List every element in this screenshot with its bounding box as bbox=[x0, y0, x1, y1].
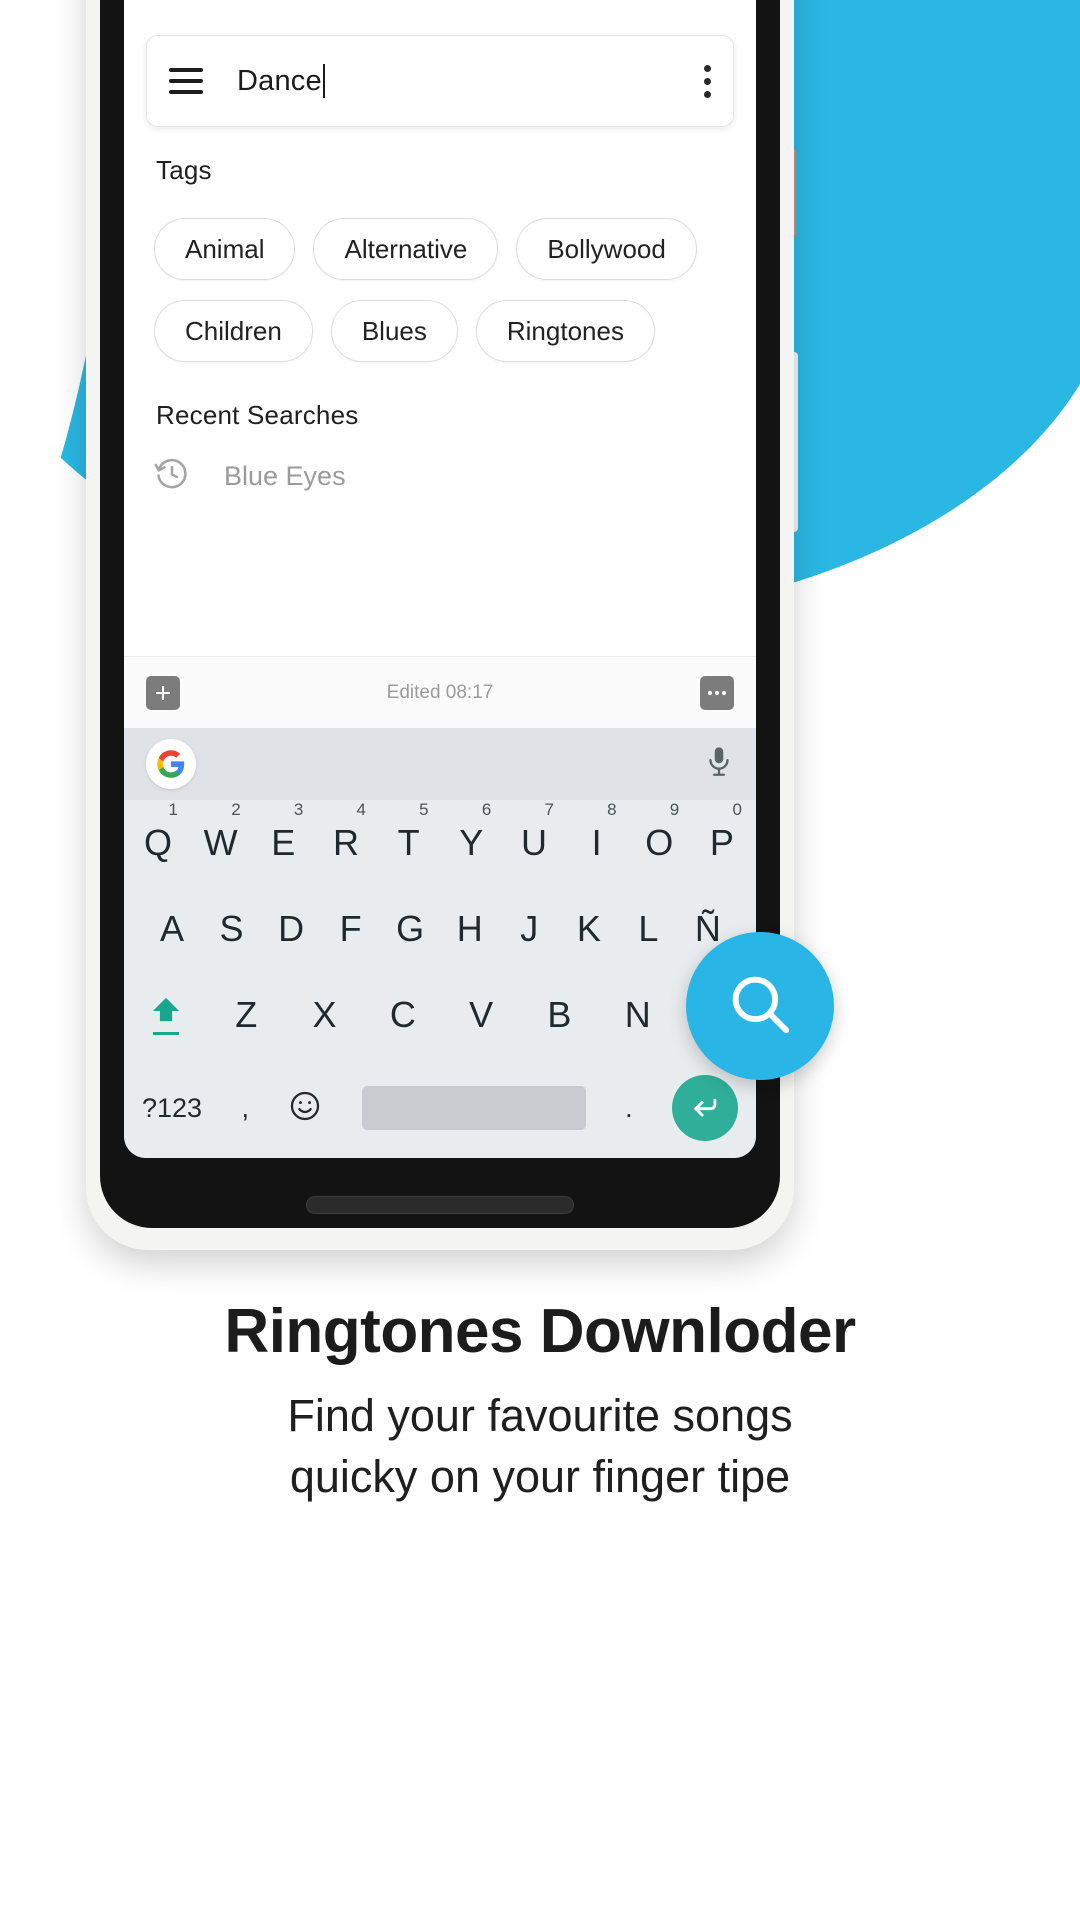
key-num-hint: 8 bbox=[607, 800, 617, 819]
key-d[interactable]: D bbox=[265, 908, 317, 950]
key-y[interactable]: 6Y bbox=[445, 800, 497, 864]
key-k[interactable]: K bbox=[563, 908, 615, 950]
key-label: I bbox=[591, 822, 602, 863]
recent-searches-label: Recent Searches bbox=[156, 400, 359, 430]
more-horiz-icon[interactable] bbox=[700, 675, 734, 710]
key-v[interactable]: V bbox=[455, 994, 507, 1036]
key-label: U bbox=[520, 822, 547, 863]
key-label: P bbox=[709, 822, 734, 863]
history-icon bbox=[154, 456, 190, 497]
key-o[interactable]: 9O bbox=[633, 800, 685, 864]
comma-key[interactable]: , bbox=[241, 1093, 249, 1124]
period-key[interactable]: . bbox=[625, 1093, 633, 1124]
key-f[interactable]: F bbox=[325, 908, 377, 950]
enter-icon[interactable] bbox=[671, 1075, 738, 1141]
key-j[interactable]: J bbox=[503, 908, 555, 950]
tag-chip[interactable]: Blues bbox=[330, 300, 458, 362]
search-input[interactable]: Dance bbox=[237, 64, 703, 98]
key-p[interactable]: 0P bbox=[696, 800, 748, 864]
add-icon[interactable] bbox=[146, 675, 180, 710]
keyboard-row-4: ?123 , . bbox=[124, 1058, 756, 1158]
key-a[interactable]: A bbox=[146, 908, 198, 950]
key-r[interactable]: 4R bbox=[320, 800, 372, 864]
key-label: E bbox=[271, 822, 296, 863]
space-key[interactable] bbox=[361, 1086, 586, 1130]
key-h[interactable]: H bbox=[444, 908, 496, 950]
tag-chip-row-2: Children Blues Ringtones bbox=[154, 300, 655, 362]
shift-icon[interactable] bbox=[138, 995, 194, 1035]
key-e[interactable]: 3E bbox=[257, 800, 309, 864]
search-icon bbox=[723, 967, 797, 1046]
key-num-hint: 0 bbox=[732, 800, 742, 819]
key-b[interactable]: B bbox=[533, 994, 585, 1036]
key-i[interactable]: 8I bbox=[571, 800, 623, 864]
key-w[interactable]: 2W bbox=[195, 800, 247, 864]
key-label: W bbox=[203, 822, 238, 863]
tag-chip[interactable]: Alternative bbox=[313, 218, 499, 280]
search-bar[interactable]: Dance bbox=[146, 35, 734, 127]
text-cursor bbox=[322, 64, 325, 98]
keyboard-keys: 1Q 2W 3E 4R 5T 6Y 7U 8I 9O 0P A S D F G … bbox=[124, 800, 756, 1158]
key-num-hint: 4 bbox=[356, 800, 366, 819]
key-label: O bbox=[645, 822, 674, 863]
tag-chip-row-1: Animal Alternative Bollywood bbox=[154, 218, 697, 280]
tag-chip[interactable]: Ringtones bbox=[475, 300, 655, 362]
tag-chip[interactable]: Bollywood bbox=[516, 218, 697, 280]
search-fab-button[interactable] bbox=[686, 932, 834, 1080]
key-num-hint: 7 bbox=[544, 800, 554, 819]
tags-section-label: Tags bbox=[156, 155, 212, 185]
key-l[interactable]: L bbox=[622, 908, 674, 950]
key-num-hint: 1 bbox=[168, 800, 178, 819]
subtitle-line-1: Find your favourite songs bbox=[287, 1390, 793, 1441]
recent-search-item[interactable]: Blue Eyes bbox=[154, 456, 346, 497]
hamburger-icon[interactable] bbox=[169, 68, 203, 94]
key-num-hint: 3 bbox=[293, 800, 304, 819]
subtitle-line-2: quicky on your finger tipe bbox=[289, 1451, 791, 1503]
key-label: Y bbox=[459, 822, 484, 863]
key-c[interactable]: C bbox=[377, 994, 429, 1036]
key-num-hint: 6 bbox=[481, 800, 492, 819]
key-num-hint: 9 bbox=[669, 800, 680, 819]
keyboard-suggestion-bar bbox=[124, 728, 756, 800]
key-q[interactable]: 1Q bbox=[132, 800, 184, 864]
keyboard-toolbar: Edited 08:17 bbox=[124, 656, 756, 728]
more-vert-icon[interactable] bbox=[703, 64, 711, 98]
search-query-text: Dance bbox=[237, 64, 322, 97]
symbols-key[interactable]: ?123 bbox=[142, 1093, 202, 1124]
key-x[interactable]: X bbox=[299, 994, 351, 1036]
keyboard-row-3: Z X C V B N M bbox=[124, 972, 756, 1058]
key-label: T bbox=[397, 822, 420, 863]
shift-indicator bbox=[153, 1032, 179, 1035]
key-n[interactable]: N bbox=[612, 994, 664, 1036]
key-label: R bbox=[332, 822, 359, 863]
phone-screen: Dance Tags Animal Alternative Bollywood … bbox=[124, 0, 756, 1158]
key-s[interactable]: S bbox=[206, 908, 258, 950]
key-u[interactable]: 7U bbox=[508, 800, 560, 864]
key-num-hint: 2 bbox=[231, 800, 241, 819]
emoji-icon[interactable] bbox=[288, 1089, 322, 1128]
promo-screenshot: Dance Tags Animal Alternative Bollywood … bbox=[0, 0, 1080, 1920]
keyboard-row-1: 1Q 2W 3E 4R 5T 6Y 7U 8I 9O 0P bbox=[124, 800, 756, 886]
recent-search-text: Blue Eyes bbox=[224, 461, 346, 491]
microphone-icon[interactable] bbox=[704, 745, 734, 784]
page-title: Ringtones Downloder bbox=[224, 1297, 856, 1366]
key-label: Q bbox=[143, 822, 172, 863]
keyboard-row-2: A S D F G H J K L Ñ bbox=[124, 886, 756, 972]
edited-status: Edited 08:17 bbox=[386, 681, 494, 703]
key-t[interactable]: 5T bbox=[383, 800, 435, 864]
key-z[interactable]: Z bbox=[220, 994, 272, 1036]
tag-chip[interactable]: Animal bbox=[154, 218, 296, 280]
page-subtitle: Find your favourite songs quicky on your… bbox=[0, 1385, 1080, 1507]
google-g-icon[interactable] bbox=[146, 739, 196, 789]
phone-speaker-grille bbox=[306, 1196, 574, 1214]
key-g[interactable]: G bbox=[384, 908, 436, 950]
tag-chip[interactable]: Children bbox=[154, 300, 313, 362]
key-num-hint: 5 bbox=[419, 800, 429, 819]
